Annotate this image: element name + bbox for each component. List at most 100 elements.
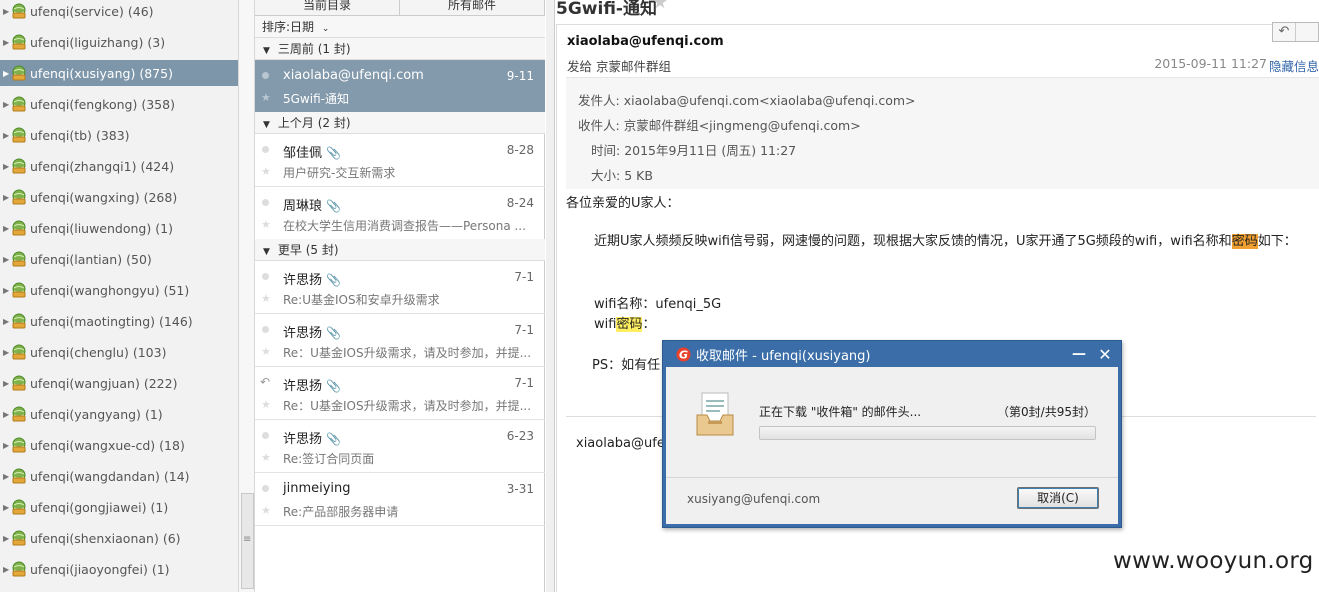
star-icon[interactable]: ★ <box>261 165 271 178</box>
account-item[interactable]: ▶ ufenqi(wangjuan) (222) <box>0 370 238 396</box>
account-item[interactable]: ▶ ufenqi(tb) (383) <box>0 122 238 148</box>
expand-arrow-icon[interactable]: ▶ <box>0 503 11 512</box>
splitter-grip-icon[interactable]: ≡ <box>243 534 251 545</box>
expand-arrow-icon[interactable]: ▶ <box>0 410 11 419</box>
minimize-icon[interactable]: — <box>1066 346 1092 362</box>
expand-arrow-icon[interactable]: ▶ <box>0 255 11 264</box>
account-item[interactable]: ▶ ufenqi(service) (46) <box>0 0 238 24</box>
collapse-triangle-icon[interactable]: ▼ <box>263 120 270 130</box>
dialog-account: xusiyang@ufenqi.com <box>687 492 821 506</box>
read-status-dot[interactable] <box>262 72 269 79</box>
expand-arrow-icon[interactable]: ▶ <box>0 348 11 357</box>
unread-count: (14) <box>163 468 190 484</box>
sender-name[interactable]: xiaolaba@ufenqi.com <box>567 34 724 49</box>
account-item[interactable]: ▶ ufenqi(chenglu) (103) <box>0 339 238 365</box>
collapse-triangle-icon[interactable]: ▼ <box>263 46 270 56</box>
expand-arrow-icon[interactable]: ▶ <box>0 162 11 171</box>
expand-arrow-icon[interactable]: ▶ <box>0 317 11 326</box>
account-item[interactable]: ▶ ufenqi(jiaoyongfei) (1) <box>0 556 238 582</box>
expand-arrow-icon[interactable]: ▶ <box>0 534 11 543</box>
unread-count: (424) <box>140 158 175 174</box>
read-status-dot[interactable] <box>262 199 269 206</box>
read-status-dot[interactable] <box>262 326 269 333</box>
hide-details-link[interactable]: 隐藏信息 <box>1269 56 1319 75</box>
message-row[interactable]: ★ 许思扬 📎 6-23 Re:签订合同页面 <box>255 420 545 473</box>
star-icon[interactable]: ★ <box>261 451 271 464</box>
star-icon[interactable]: ★ <box>261 504 271 517</box>
expand-arrow-icon[interactable]: ▶ <box>0 565 11 574</box>
account-item[interactable]: ▶ ufenqi(wangdandan) (14) <box>0 463 238 489</box>
expand-arrow-icon[interactable]: ▶ <box>0 38 11 47</box>
star-icon[interactable]: ★ <box>261 292 271 305</box>
account-item[interactable]: ▶ ufenqi(yangyang) (1) <box>0 401 238 427</box>
cancel-button[interactable]: 取消(C) <box>1017 487 1099 509</box>
message-row[interactable]: ★ 许思扬 📎 7-1 Re：U基金IOS升级需求，请及时参加，并提... <box>255 314 545 367</box>
account-item[interactable]: ▶ ufenqi(lantian) (50) <box>0 246 238 272</box>
read-status-dot[interactable] <box>262 273 269 280</box>
replied-icon: ↶ <box>260 375 271 389</box>
expand-arrow-icon[interactable]: ▶ <box>0 224 11 233</box>
group-header[interactable]: ▼ 上个月 (2 封) <box>255 112 545 134</box>
account-item[interactable]: ▶ ufenqi(wangxue-cd) (18) <box>0 432 238 458</box>
account-item[interactable]: ▶ ufenqi(gongjiawei) (1) <box>0 494 238 520</box>
tab-all-mail[interactable]: 所有邮件 <box>400 0 545 15</box>
message-row[interactable]: ★ jinmeiying 3-31 Re:产品部服务器申请 <box>255 473 545 526</box>
close-icon[interactable]: ✕ <box>1092 345 1118 364</box>
expand-arrow-icon[interactable]: ▶ <box>0 69 11 78</box>
expand-arrow-icon[interactable]: ▶ <box>0 193 11 202</box>
message-subject: Re：U基金IOS升级需求，请及时参加，并提... <box>283 346 532 360</box>
expand-arrow-icon[interactable]: ▶ <box>0 441 11 450</box>
star-icon[interactable]: ★ <box>261 345 271 358</box>
message-row[interactable]: ★ 许思扬 📎 7-1 Re:U基金IOS和安卓升级需求 <box>255 261 545 314</box>
message-row[interactable]: ★ 周琳琅 📎 8-24 在校大学生信用消费调查报告——Persona ... <box>255 187 545 240</box>
attachment-icon: 📎 <box>326 146 341 160</box>
message-row[interactable]: ★ xiaolaba@ufenqi.com 9-11 5Gwifi-通知 <box>255 60 545 113</box>
account-item[interactable]: ▶ ufenqi(fengkong) (358) <box>0 91 238 117</box>
account-item[interactable]: ▶ ufenqi(zhangqi1) (424) <box>0 153 238 179</box>
dialog-titlebar[interactable]: G 收取邮件 - ufenqi(xusiyang) — ✕ <box>666 341 1118 367</box>
star-icon[interactable]: ★ <box>652 0 668 13</box>
message-row[interactable]: ↶ ★ 许思扬 📎 7-1 Re：U基金IOS升级需求，请及时参加，并提... <box>255 367 545 420</box>
expand-arrow-icon[interactable]: ▶ <box>0 286 11 295</box>
read-status-dot[interactable] <box>262 485 269 492</box>
read-status-dot[interactable] <box>262 432 269 439</box>
group-header[interactable]: ▼ 更早 (5 封) <box>255 239 545 261</box>
list-splitter[interactable] <box>546 0 555 592</box>
account-label: ufenqi(maotingting) <box>30 313 156 329</box>
search-highlight: 密码 <box>1231 234 1258 249</box>
star-icon[interactable]: ★ <box>261 398 271 411</box>
account-item[interactable]: ▶ ufenqi(wangxing) (268) <box>0 184 238 210</box>
read-status-dot[interactable] <box>262 146 269 153</box>
sort-dropdown[interactable]: 排序:日期 ⌄ <box>255 16 545 38</box>
unread-count: (1) <box>150 499 169 515</box>
account-item[interactable]: ▶ ufenqi(maotingting) (146) <box>0 308 238 334</box>
account-item[interactable]: ▶ ufenqi(xusiyang) (875) <box>0 60 238 86</box>
more-icon[interactable] <box>1296 23 1318 41</box>
star-icon[interactable]: ★ <box>261 91 271 104</box>
message-date: 9-11 <box>506 69 534 83</box>
message-sender: 许思扬 📎 <box>283 273 341 288</box>
message-subject: 5Gwifi-通知 <box>283 92 349 106</box>
expand-arrow-icon[interactable]: ▶ <box>0 7 11 16</box>
message-sender: jinmeiying <box>283 481 351 496</box>
dialog-divider <box>666 477 1118 478</box>
expand-arrow-icon[interactable]: ▶ <box>0 131 11 140</box>
attachment-icon: 📎 <box>326 326 341 340</box>
account-item[interactable]: ▶ ufenqi(wanghongyu) (51) <box>0 277 238 303</box>
message-row[interactable]: ★ 邹佳佩 📎 8-28 用户研究-交互新需求 <box>255 134 545 187</box>
wifi-name-line: wifi名称：ufenqi_5G <box>594 297 722 312</box>
account-label: ufenqi(liuwendong) <box>30 220 152 236</box>
expand-arrow-icon[interactable]: ▶ <box>0 100 11 109</box>
account-item[interactable]: ▶ ufenqi(liguizhang) (3) <box>0 29 238 55</box>
reply-icon[interactable]: ↶ <box>1273 23 1296 41</box>
collapse-triangle-icon[interactable]: ▼ <box>263 247 270 257</box>
account-item[interactable]: ▶ ufenqi(shenxiaonan) (6) <box>0 525 238 551</box>
group-header[interactable]: ▼ 三周前 (1 封) <box>255 38 545 60</box>
account-item[interactable]: ▶ ufenqi(liuwendong) (1) <box>0 215 238 241</box>
star-icon[interactable]: ★ <box>261 218 271 231</box>
expand-arrow-icon[interactable]: ▶ <box>0 379 11 388</box>
message-date: 8-24 <box>506 196 534 210</box>
tab-current-folder[interactable]: 当前目录 <box>255 0 400 15</box>
expand-arrow-icon[interactable]: ▶ <box>0 472 11 481</box>
detail-time: 时间: 2015年9月11日 (周五) 11:27 <box>591 143 797 158</box>
